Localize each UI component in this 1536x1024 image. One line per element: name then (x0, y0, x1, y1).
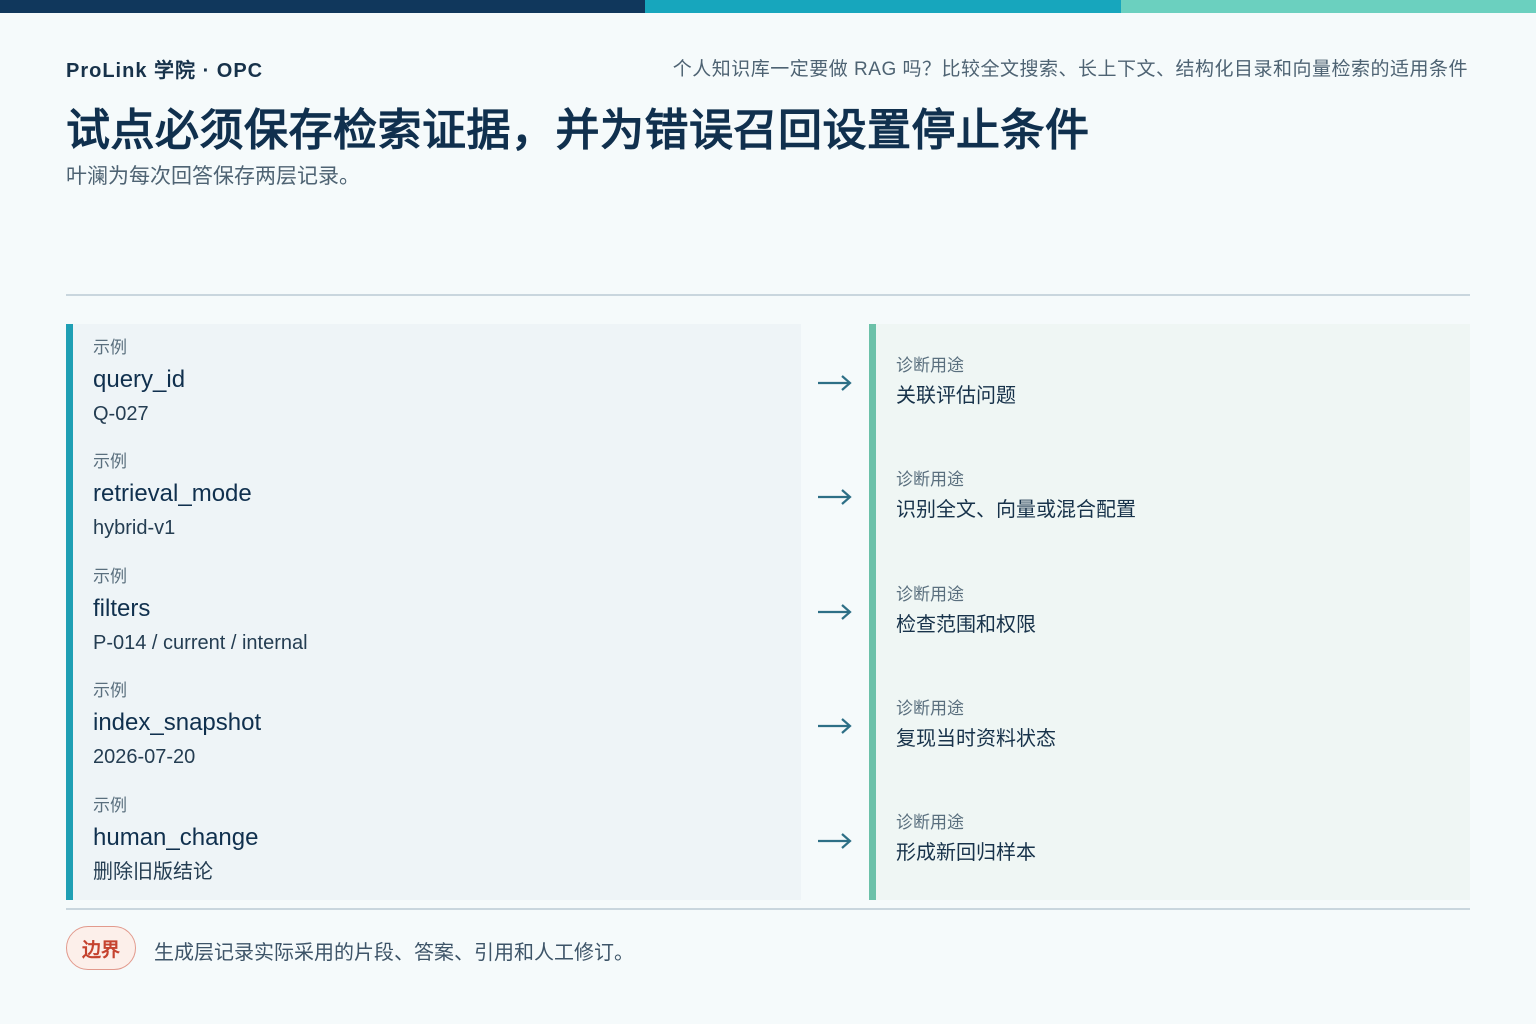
use-tag: 诊断用途 (896, 470, 964, 489)
field-row: 示例 human_change 删除旧版结论 (93, 796, 793, 911)
use-row: 诊断用途 关联评估问题 (896, 356, 1456, 408)
use-text: 形成新回归样本 (896, 842, 1036, 864)
divider-bottom (66, 908, 1470, 910)
use-row: 诊断用途 检查范围和权限 (896, 585, 1456, 637)
arrow-right-icon (818, 375, 852, 391)
use-text: 关联评估问题 (896, 385, 1016, 407)
boundary-note: 生成层记录实际采用的片段、答案、引用和人工修订。 (154, 942, 634, 964)
use-tag: 诊断用途 (896, 356, 964, 375)
use-row: 诊断用途 复现当时资料状态 (896, 699, 1456, 751)
use-tag: 诊断用途 (896, 813, 964, 832)
series-title: 个人知识库一定要做 RAG 吗？比较全文搜索、长上下文、结构化目录和向量检索的适… (672, 59, 1468, 80)
arrow-right-icon (818, 718, 852, 734)
field-name: filters (93, 595, 151, 622)
arrow-right-icon (818, 489, 852, 505)
field-example: 删除旧版结论 (93, 861, 213, 883)
example-tag: 示例 (93, 452, 127, 471)
use-row: 诊断用途 识别全文、向量或混合配置 (896, 470, 1456, 522)
example-tag: 示例 (93, 681, 127, 700)
record-fields-panel: 示例 query_id Q-027 示例 retrieval_mode hybr… (66, 324, 801, 900)
page: ProLink 学院 · OPC 个人知识库一定要做 RAG 吗？比较全文搜索、… (0, 0, 1536, 1024)
use-text: 识别全文、向量或混合配置 (896, 499, 1136, 521)
example-tag: 示例 (93, 796, 127, 815)
use-row: 诊断用途 形成新回归样本 (896, 813, 1456, 865)
field-row: 示例 retrieval_mode hybrid-v1 (93, 452, 793, 567)
field-name: index_snapshot (93, 709, 262, 736)
field-example: Q-027 (93, 403, 149, 425)
use-text: 检查范围和权限 (896, 614, 1036, 636)
field-name: retrieval_mode (93, 480, 252, 507)
field-row: 示例 filters P-014 / current / internal (93, 567, 793, 682)
field-name: human_change (93, 824, 259, 851)
top-bar-segment-mid (645, 0, 1121, 13)
top-color-bar (0, 0, 1536, 13)
use-text: 复现当时资料状态 (896, 728, 1056, 750)
page-title: 试点必须保存检索证据，并为错误召回设置停止条件 (66, 106, 1090, 155)
top-bar-segment-dark (0, 0, 645, 13)
field-name: query_id (93, 366, 186, 393)
brand-label: ProLink 学院 · OPC (66, 60, 264, 82)
field-example: 2026-07-20 (93, 746, 196, 768)
field-example: P-014 / current / internal (93, 632, 308, 654)
arrow-right-icon (818, 604, 852, 620)
use-tag: 诊断用途 (896, 699, 964, 718)
example-tag: 示例 (93, 338, 127, 357)
use-tag: 诊断用途 (896, 585, 964, 604)
arrow-right-icon (818, 833, 852, 849)
diagnostic-uses-panel: 诊断用途 关联评估问题 诊断用途 识别全文、向量或混合配置 诊断用途 检查范围和… (869, 324, 1470, 900)
field-row: 示例 query_id Q-027 (93, 338, 793, 453)
field-row: 示例 index_snapshot 2026-07-20 (93, 681, 793, 796)
boundary-badge: 边界 (66, 926, 136, 970)
top-bar-segment-light (1121, 0, 1536, 13)
divider-top (66, 294, 1470, 296)
field-example: hybrid-v1 (93, 517, 176, 539)
example-tag: 示例 (93, 567, 127, 586)
page-subtitle: 叶澜为每次回答保存两层记录。 (66, 165, 360, 188)
